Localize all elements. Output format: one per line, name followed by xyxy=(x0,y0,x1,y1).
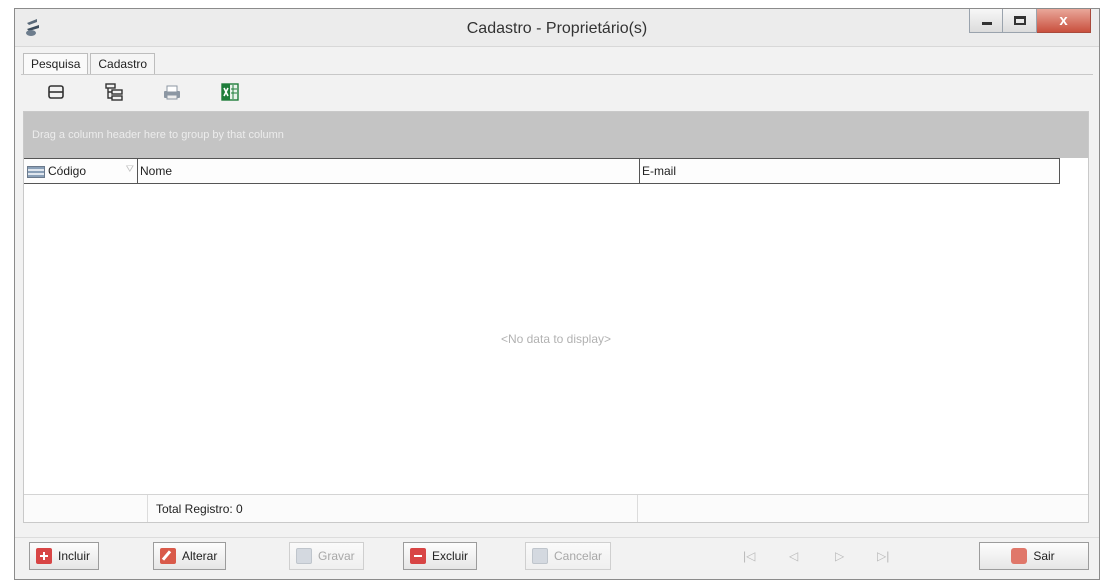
tab-strip: Pesquisa Cadastro xyxy=(23,53,157,75)
incluir-button[interactable]: Incluir xyxy=(29,542,100,570)
toolbar xyxy=(45,79,241,105)
total-records-label: Total Registro: 0 xyxy=(148,495,638,522)
excel-icon xyxy=(221,83,239,101)
minimize-icon xyxy=(982,22,992,25)
excluir-label: Excluir xyxy=(432,549,469,563)
maximize-icon xyxy=(1014,16,1026,25)
delete-icon xyxy=(410,548,426,564)
tree-view-button[interactable] xyxy=(103,81,125,103)
save-icon xyxy=(296,548,312,564)
column-header-email[interactable]: E-mail xyxy=(640,159,1059,183)
group-panel-button[interactable] xyxy=(45,81,67,103)
title-bar[interactable]: Cadastro - Proprietário(s) x xyxy=(15,9,1099,47)
last-record-icon[interactable]: ▷| xyxy=(877,549,889,563)
window-controls: x xyxy=(969,9,1091,35)
alterar-label: Alterar xyxy=(182,549,218,563)
cancelar-button[interactable]: Cancelar xyxy=(525,542,612,570)
application-window: Cadastro - Proprietário(s) x Pesquisa Ca… xyxy=(14,8,1100,580)
alterar-button[interactable]: Alterar xyxy=(153,542,227,570)
footer-cell-empty xyxy=(24,495,148,522)
sair-label: Sair xyxy=(1033,549,1055,563)
tab-divider xyxy=(21,74,1093,75)
cancelar-label: Cancelar xyxy=(554,549,603,563)
previous-record-icon[interactable]: ◁ xyxy=(789,549,798,563)
column-label-codigo: Código xyxy=(48,164,87,178)
group-by-panel[interactable]: Drag a column header here to group by th… xyxy=(24,112,1088,158)
excluir-button[interactable]: Excluir xyxy=(403,542,478,570)
edit-icon xyxy=(160,548,176,564)
print-icon xyxy=(164,85,180,100)
column-header-codigo[interactable]: Código ⛛ xyxy=(48,159,138,183)
gravar-label: Gravar xyxy=(318,549,355,563)
grid-footer: Total Registro: 0 xyxy=(24,494,1088,522)
first-record-icon[interactable]: |◁ xyxy=(743,549,755,563)
group-icon xyxy=(48,85,64,99)
tab-cadastro[interactable]: Cadastro xyxy=(90,53,156,75)
grid-column-header: Código ⛛ Nome E-mail xyxy=(24,158,1060,184)
close-button[interactable]: x xyxy=(1037,9,1091,33)
column-chooser-icon xyxy=(27,166,45,178)
tree-icon xyxy=(105,83,123,101)
export-excel-button[interactable] xyxy=(219,81,241,103)
column-header-nome[interactable]: Nome xyxy=(138,159,640,183)
maximize-button[interactable] xyxy=(1003,9,1037,33)
action-bar: Incluir Alterar Gravar Excluir Cancelar … xyxy=(15,537,1099,573)
tab-pesquisa[interactable]: Pesquisa xyxy=(23,53,89,75)
data-grid[interactable]: Drag a column header here to group by th… xyxy=(23,111,1089,523)
add-icon xyxy=(36,548,52,564)
column-chooser-cell[interactable] xyxy=(24,159,48,183)
window-title: Cadastro - Proprietário(s) xyxy=(466,20,648,37)
sair-button[interactable]: Sair xyxy=(979,542,1089,570)
exit-icon xyxy=(1011,548,1028,564)
close-icon: x xyxy=(1059,12,1068,29)
filter-icon[interactable]: ⛛ xyxy=(126,164,134,175)
next-record-icon[interactable]: ▷ xyxy=(835,549,844,563)
footer-cell-empty xyxy=(638,495,1088,522)
minimize-button[interactable] xyxy=(969,9,1003,33)
incluir-label: Incluir xyxy=(58,549,91,563)
empty-grid-message: <No data to display> xyxy=(500,332,612,346)
print-button[interactable] xyxy=(161,81,183,103)
gravar-button[interactable]: Gravar xyxy=(289,542,364,570)
cancel-icon xyxy=(532,548,548,564)
